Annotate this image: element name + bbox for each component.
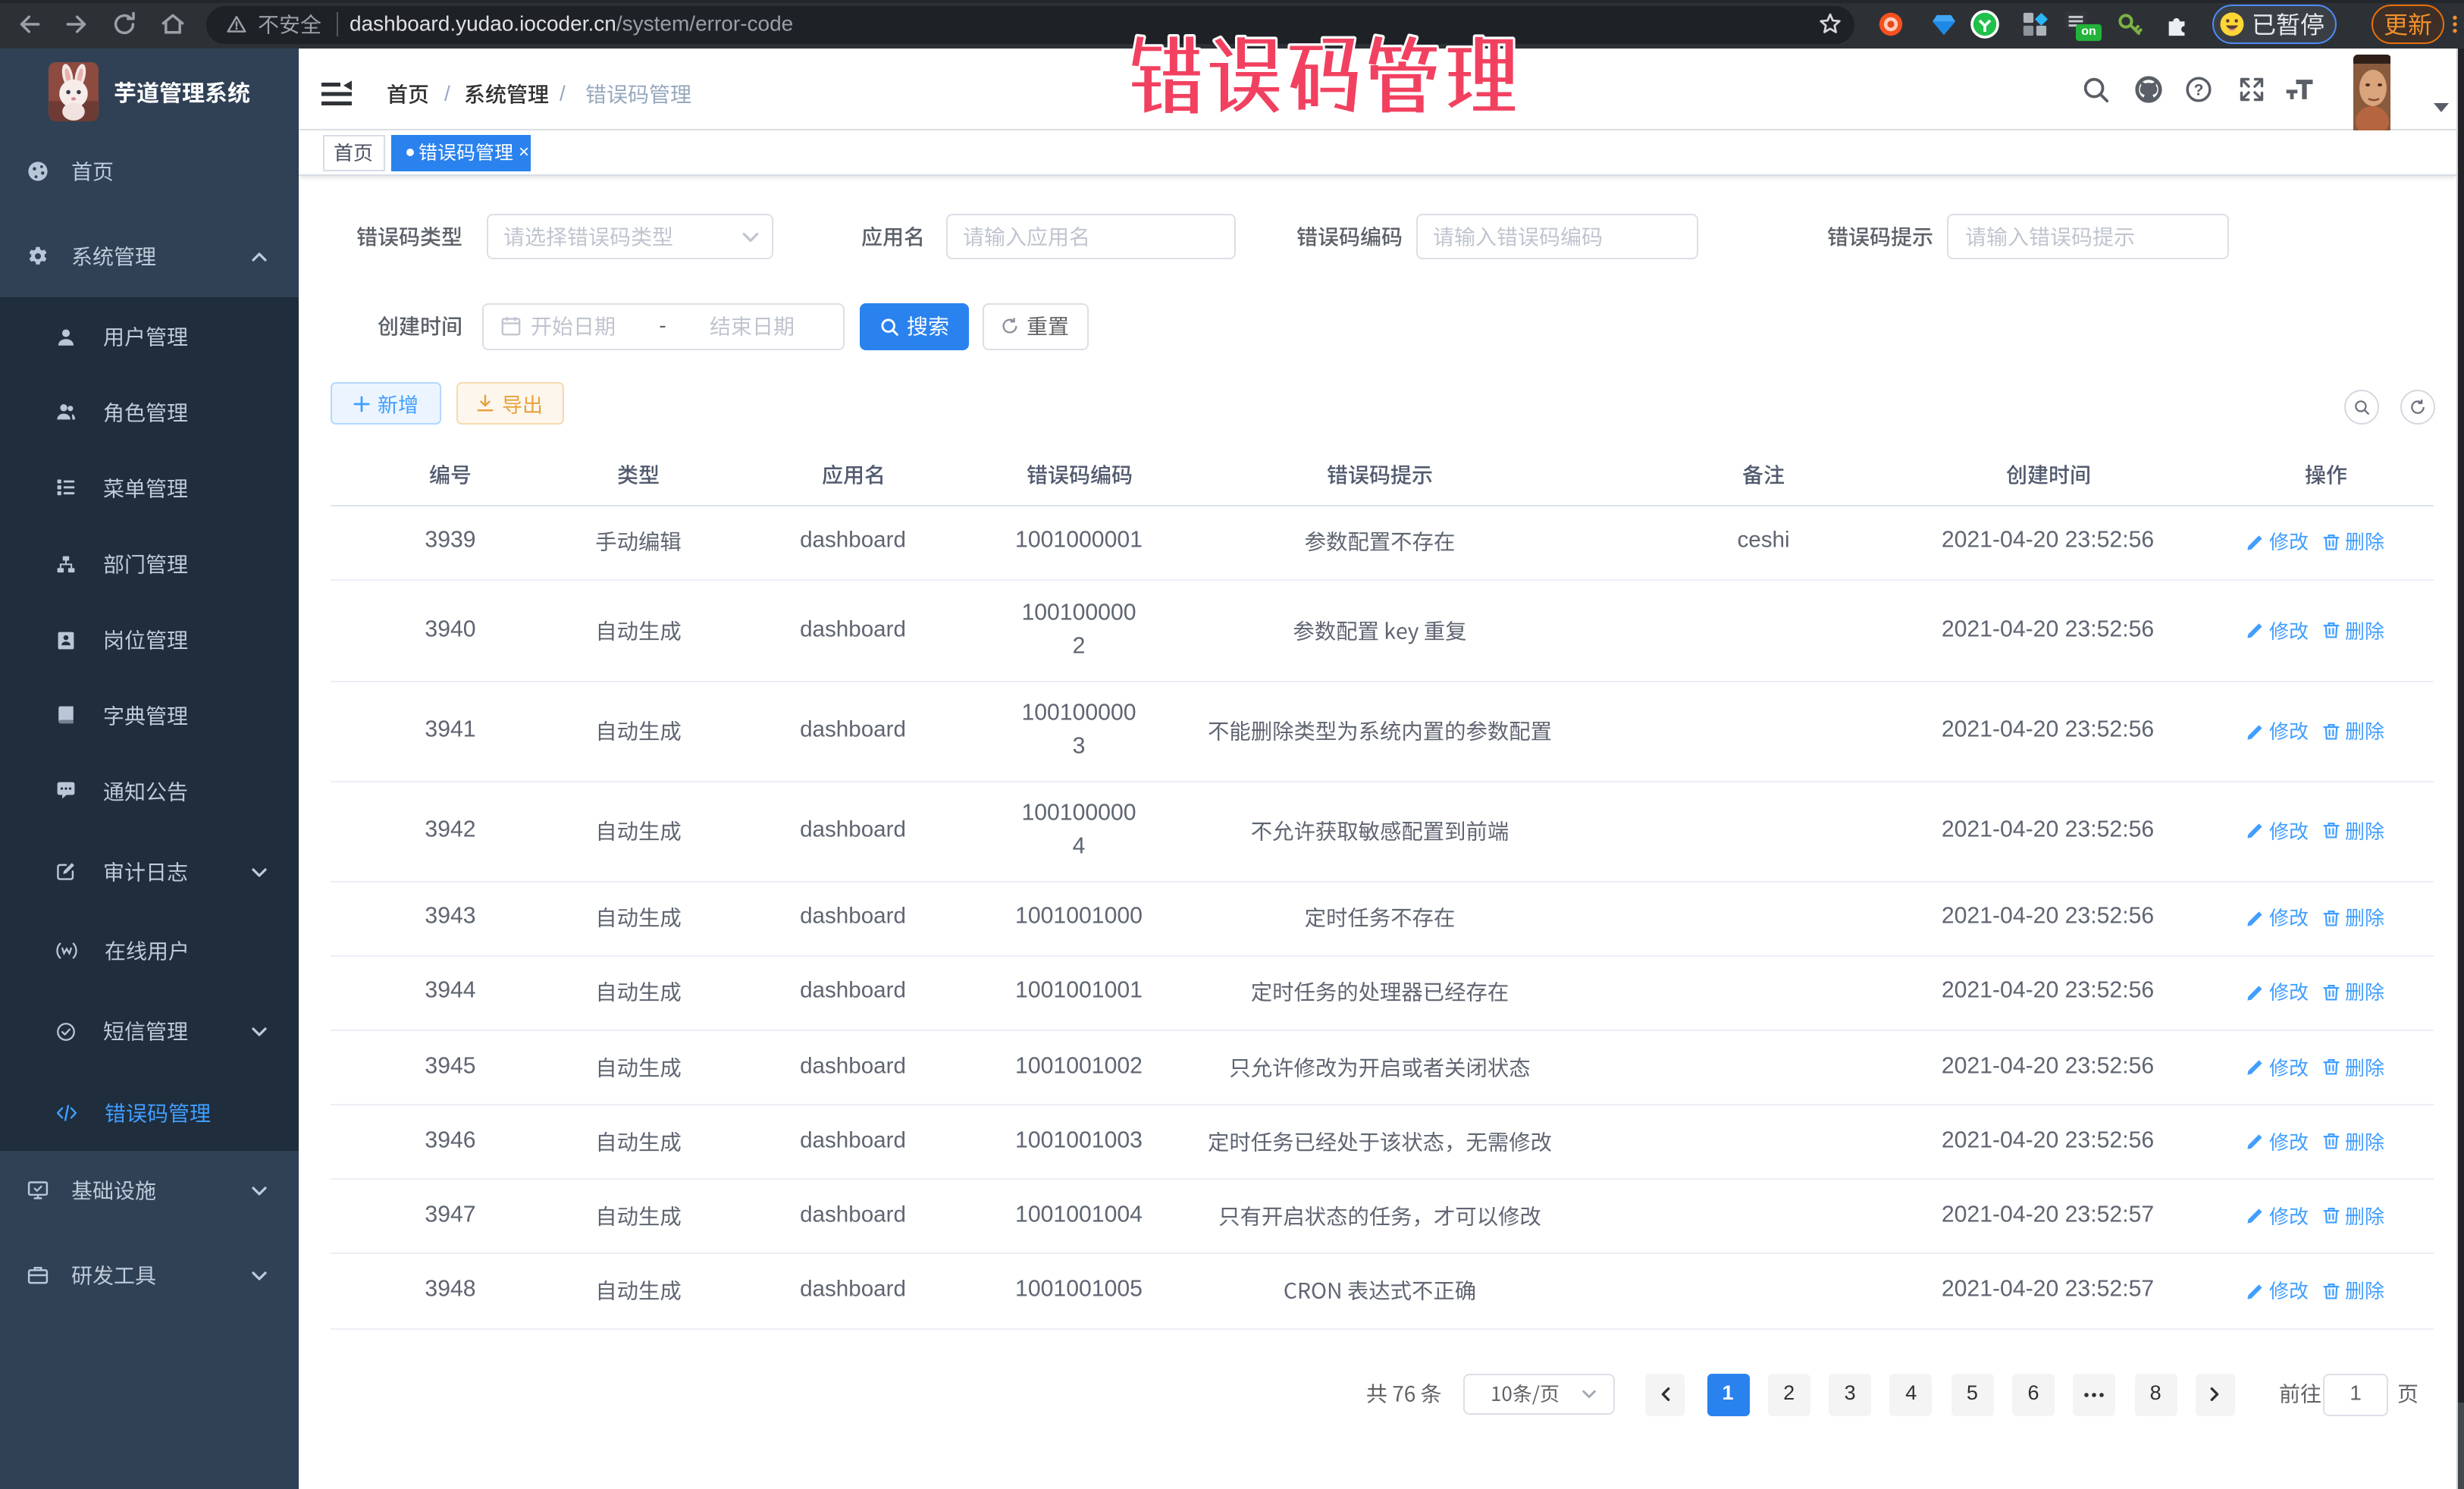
svg-text:?: ? [2194,82,2204,99]
